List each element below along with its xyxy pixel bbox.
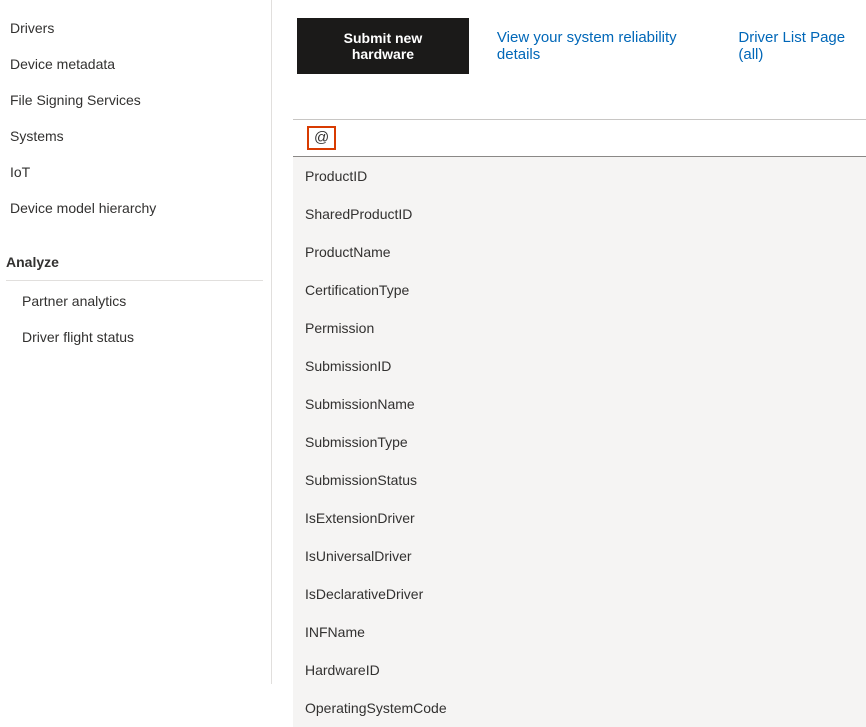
- dropdown-item-submissiontype[interactable]: SubmissionType: [293, 423, 866, 461]
- reliability-link[interactable]: View your system reliability details: [497, 29, 710, 63]
- main-content: Submit new hardware View your system rel…: [272, 0, 866, 684]
- sidebar-item-systems[interactable]: Systems: [0, 118, 271, 154]
- sidebar-divider: [6, 280, 263, 281]
- dropdown-item-isuniversaldriver[interactable]: IsUniversalDriver: [293, 537, 866, 575]
- dropdown-item-sharedproductid[interactable]: SharedProductID: [293, 195, 866, 233]
- dropdown-item-infname[interactable]: INFName: [293, 613, 866, 651]
- dropdown-item-certificationtype[interactable]: CertificationType: [293, 271, 866, 309]
- dropdown-item-submissionname[interactable]: SubmissionName: [293, 385, 866, 423]
- search-input[interactable]: @: [293, 119, 866, 157]
- sidebar-item-drivers[interactable]: Drivers: [0, 10, 271, 46]
- dropdown-item-submissionstatus[interactable]: SubmissionStatus: [293, 461, 866, 499]
- sidebar-item-iot[interactable]: IoT: [0, 154, 271, 190]
- dropdown-item-productname[interactable]: ProductName: [293, 233, 866, 271]
- sidebar-item-device-metadata[interactable]: Device metadata: [0, 46, 271, 82]
- sidebar-item-device-model-hierarchy[interactable]: Device model hierarchy: [0, 190, 271, 226]
- autocomplete-dropdown: ProductID SharedProductID ProductName Ce…: [293, 157, 866, 727]
- search-container: @ ProductID SharedProductID ProductName …: [293, 119, 866, 727]
- sidebar-item-driver-flight-status[interactable]: Driver flight status: [0, 319, 271, 355]
- dropdown-item-hardwareid[interactable]: HardwareID: [293, 651, 866, 689]
- dropdown-item-operatingsystemcode[interactable]: OperatingSystemCode: [293, 689, 866, 727]
- dropdown-item-isdeclarativedriver[interactable]: IsDeclarativeDriver: [293, 575, 866, 613]
- sidebar: Drivers Device metadata File Signing Ser…: [0, 0, 272, 684]
- submit-hardware-button[interactable]: Submit new hardware: [297, 18, 469, 74]
- driver-list-link[interactable]: Driver List Page (all): [738, 29, 866, 63]
- dropdown-item-productid[interactable]: ProductID: [293, 157, 866, 195]
- sidebar-section-analyze: Analyze: [0, 244, 271, 278]
- search-value: @: [307, 126, 336, 150]
- dropdown-item-isextensiondriver[interactable]: IsExtensionDriver: [293, 499, 866, 537]
- dropdown-item-permission[interactable]: Permission: [293, 309, 866, 347]
- dropdown-item-submissionid[interactable]: SubmissionID: [293, 347, 866, 385]
- action-bar: Submit new hardware View your system rel…: [297, 18, 866, 74]
- sidebar-item-file-signing[interactable]: File Signing Services: [0, 82, 271, 118]
- sidebar-item-partner-analytics[interactable]: Partner analytics: [0, 283, 271, 319]
